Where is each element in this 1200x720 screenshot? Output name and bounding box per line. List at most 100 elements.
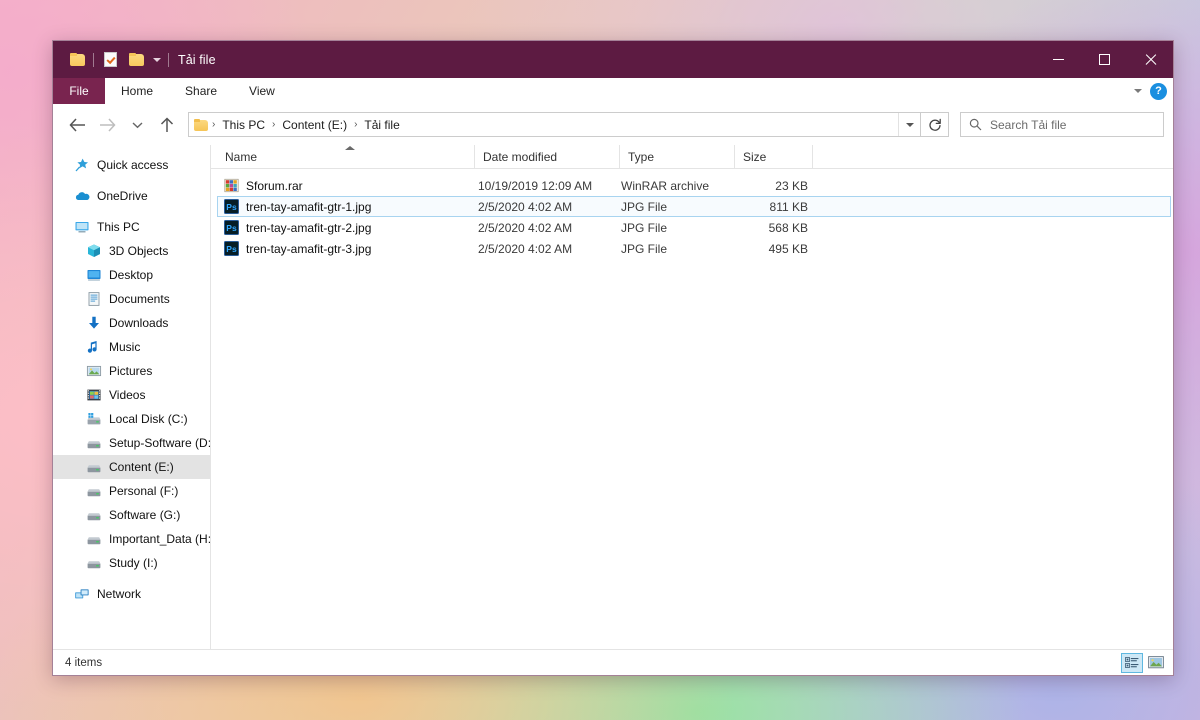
chevron-down-icon[interactable] — [149, 47, 165, 73]
maximize-button[interactable] — [1081, 41, 1127, 78]
sidebar-item-3d-objects[interactable]: 3D Objects — [53, 239, 210, 263]
search-placeholder: Search Tải file — [990, 117, 1067, 132]
recent-locations-icon[interactable] — [122, 110, 152, 140]
folder-icon[interactable] — [64, 47, 90, 73]
cube-icon — [86, 243, 102, 259]
details-view-button[interactable] — [1121, 652, 1143, 673]
file-size-cell: 568 KB — [768, 220, 808, 235]
refresh-button[interactable] — [921, 112, 949, 137]
sidebar-item-network[interactable]: Network — [53, 582, 210, 606]
table-row[interactable]: Ps tren-tay-amafit-gtr-3.jpg 2/5/2020 4:… — [217, 238, 1171, 259]
sidebar-item-label: Local Disk (C:) — [109, 412, 188, 426]
previous-locations-icon[interactable] — [898, 113, 920, 136]
winrar-archive-icon — [224, 178, 239, 193]
quick-access-toolbar — [53, 47, 172, 73]
file-size-cell: 495 KB — [768, 241, 808, 256]
sidebar-item-label: 3D Objects — [109, 244, 169, 258]
file-list-pane: Name Date modified Type Size Sforum.rar … — [211, 145, 1173, 649]
column-header-name[interactable]: Name — [217, 145, 475, 168]
sidebar-item-setup-software-d[interactable]: Setup-Software (D:) — [53, 431, 210, 455]
sidebar-item-label: Personal (F:) — [109, 484, 179, 498]
sidebar-item-this-pc[interactable]: This PC — [53, 215, 210, 239]
tab-home[interactable]: Home — [105, 78, 169, 104]
file-date-cell: 2/5/2020 4:02 AM — [478, 199, 573, 214]
sidebar-item-label: Music — [109, 340, 141, 354]
large-icons-view-button[interactable] — [1145, 653, 1167, 673]
column-header-size[interactable]: Size — [735, 145, 813, 168]
sidebar-item-label: Setup-Software (D:) — [109, 436, 210, 450]
forward-button[interactable] — [92, 110, 122, 140]
minimize-button[interactable] — [1035, 41, 1081, 78]
breadcrumb-item-tai-file[interactable]: Tải file — [359, 116, 404, 134]
tab-file[interactable]: File — [53, 78, 105, 104]
sidebar-item-content-e[interactable]: Content (E:) — [53, 455, 210, 479]
back-button[interactable] — [62, 110, 92, 140]
sidebar-item-videos[interactable]: Videos — [53, 383, 210, 407]
toolbar-divider-2 — [168, 52, 169, 67]
sidebar-item-desktop[interactable]: Desktop — [53, 263, 210, 287]
file-name-cell: Ps tren-tay-amafit-gtr-3.jpg — [218, 241, 476, 256]
sidebar-item-personal-f[interactable]: Personal (F:) — [53, 479, 210, 503]
sidebar-item-study-i[interactable]: Study (I:) — [53, 551, 210, 575]
file-name-label: tren-tay-amafit-gtr-1.jpg — [246, 199, 372, 214]
file-name-label: Sforum.rar — [246, 178, 303, 193]
ribbon-tab-bar: File Home Share View ? — [53, 78, 1173, 104]
window-controls — [1035, 41, 1173, 78]
column-header-type[interactable]: Type — [620, 145, 735, 168]
file-date-cell: 2/5/2020 4:02 AM — [478, 241, 573, 256]
sidebar-item-label: Documents — [109, 292, 170, 306]
new-folder-icon[interactable] — [123, 47, 149, 73]
table-row[interactable]: Ps tren-tay-amafit-gtr-1.jpg 2/5/2020 4:… — [217, 196, 1171, 217]
ribbon-right-controls: ? — [1134, 78, 1167, 104]
sidebar-item-important-data-h[interactable]: Important_Data (H:) — [53, 527, 210, 551]
title-bar: Tải file — [53, 41, 1173, 78]
column-header-date-modified[interactable]: Date modified — [475, 145, 620, 168]
sidebar-item-label: Quick access — [97, 158, 169, 172]
column-header-label: Type — [628, 149, 655, 164]
table-row[interactable]: Sforum.rar 10/19/2019 12:09 AM WinRAR ar… — [217, 175, 1171, 196]
sidebar-item-documents[interactable]: Documents — [53, 287, 210, 311]
drive-icon — [86, 555, 102, 571]
table-row[interactable]: Ps tren-tay-amafit-gtr-2.jpg 2/5/2020 4:… — [217, 217, 1171, 238]
file-type-cell: WinRAR archive — [621, 178, 710, 193]
breadcrumb-item-this-pc[interactable]: This PC — [217, 116, 270, 134]
document-icon — [86, 291, 102, 307]
breadcrumb[interactable]: › This PC › Content (E:) › Tải file — [188, 112, 921, 137]
sidebar-item-local-disk-c[interactable]: Local Disk (C:) — [53, 407, 210, 431]
breadcrumb-separator-2: › — [354, 119, 358, 130]
navigation-pane[interactable]: Quick access OneDrive This PC 3D Objects… — [53, 145, 211, 649]
explorer-body: Quick access OneDrive This PC 3D Objects… — [53, 145, 1173, 649]
sidebar-item-label: Network — [97, 587, 142, 601]
file-explorer-window: Tải file File Home Share View ? › This P… — [52, 40, 1174, 676]
sidebar-item-onedrive[interactable]: OneDrive — [53, 184, 210, 208]
sidebar-item-downloads[interactable]: Downloads — [53, 311, 210, 335]
breadcrumb-folder-icon — [194, 118, 208, 131]
toolbar-divider — [93, 52, 94, 67]
sidebar-item-pictures[interactable]: Pictures — [53, 359, 210, 383]
up-button[interactable] — [152, 110, 182, 140]
properties-icon[interactable] — [97, 47, 123, 73]
music-note-icon — [86, 339, 102, 355]
tab-view[interactable]: View — [233, 78, 291, 104]
cloud-icon — [74, 188, 90, 204]
column-header-label: Name — [225, 149, 258, 164]
sidebar-item-software-g[interactable]: Software (G:) — [53, 503, 210, 527]
sidebar-item-quick-access[interactable]: Quick access — [53, 153, 210, 177]
sidebar-item-label: Desktop — [109, 268, 154, 282]
search-input[interactable]: Search Tải file — [960, 112, 1164, 137]
expand-ribbon-icon[interactable] — [1134, 89, 1142, 93]
sidebar-item-music[interactable]: Music — [53, 335, 210, 359]
close-button[interactable] — [1127, 41, 1173, 78]
help-icon[interactable]: ? — [1150, 82, 1167, 100]
monitor-icon — [74, 219, 90, 235]
photoshop-file-icon: Ps — [224, 241, 239, 256]
file-date-cell: 10/19/2019 12:09 AM — [478, 178, 593, 193]
picture-icon — [86, 363, 102, 379]
tab-share[interactable]: Share — [169, 78, 233, 104]
breadcrumb-right — [898, 113, 920, 136]
sidebar-item-label: Important_Data (H:) — [109, 532, 210, 546]
breadcrumb-item-content-e[interactable]: Content (E:) — [277, 116, 352, 134]
